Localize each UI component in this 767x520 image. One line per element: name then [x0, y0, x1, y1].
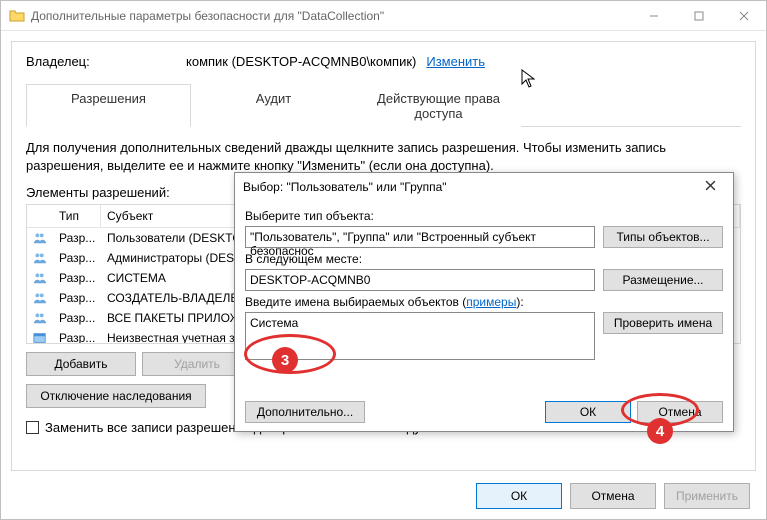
footer-buttons: ОК Отмена Применить: [476, 483, 750, 509]
minimize-button[interactable]: [631, 1, 676, 30]
dialog-close-button[interactable]: [695, 180, 725, 194]
names-label: Введите имена выбираемых объектов (приме…: [245, 295, 723, 309]
cell-type: Разр...: [53, 250, 101, 266]
cell-type: Разр...: [53, 330, 101, 344]
close-button[interactable]: [721, 1, 766, 30]
tabs: Разрешения Аудит Действующие права досту…: [26, 83, 741, 127]
dialog-title: Выбор: "Пользователь" или "Группа": [243, 180, 695, 194]
cell-type: Разр...: [53, 290, 101, 306]
dialog-cancel-button[interactable]: Отмена: [637, 401, 723, 423]
dialog-titlebar: Выбор: "Пользователь" или "Группа": [235, 173, 733, 201]
dialog-ok-button[interactable]: ОК: [545, 401, 631, 423]
window-buttons: [631, 1, 766, 30]
disable-inheritance-button[interactable]: Отключение наследования: [26, 384, 206, 408]
check-names-button[interactable]: Проверить имена: [603, 312, 723, 334]
principal-icon: [27, 330, 53, 344]
cancel-button[interactable]: Отмена: [570, 483, 656, 509]
select-user-dialog: Выбор: "Пользователь" или "Группа" Выбер…: [234, 172, 734, 432]
dialog-advanced-button[interactable]: Дополнительно...: [245, 401, 365, 423]
apply-button: Применить: [664, 483, 750, 509]
tab-permissions[interactable]: Разрешения: [26, 84, 191, 127]
owner-row: Владелец: компик (DESKTOP-ACQMNB0\компик…: [26, 54, 741, 69]
folder-icon: [9, 8, 25, 24]
location-label: В следующем месте:: [245, 252, 723, 266]
object-names-input[interactable]: Система: [245, 312, 595, 360]
principal-icon: [27, 290, 53, 306]
add-button[interactable]: Добавить: [26, 352, 136, 376]
owner-label: Владелец:: [26, 54, 186, 69]
window-title: Дополнительные параметры безопасности дл…: [31, 9, 631, 23]
tab-audit[interactable]: Аудит: [191, 84, 356, 127]
cell-type: Разр...: [53, 230, 101, 246]
change-owner-link[interactable]: Изменить: [426, 54, 485, 69]
tab-effective-access[interactable]: Действующие права доступа: [356, 84, 521, 127]
cell-type: Разр...: [53, 310, 101, 326]
principal-icon: [27, 310, 53, 326]
cell-type: Разр...: [53, 270, 101, 286]
principal-icon: [27, 250, 53, 266]
replace-checkbox[interactable]: [26, 421, 39, 434]
examples-link[interactable]: примеры: [466, 295, 516, 309]
titlebar: Дополнительные параметры безопасности дл…: [1, 1, 766, 31]
owner-value: компик (DESKTOP-ACQMNB0\компик): [186, 54, 416, 69]
location-button[interactable]: Размещение...: [603, 269, 723, 291]
object-types-button[interactable]: Типы объектов...: [603, 226, 723, 248]
principal-icon: [27, 230, 53, 246]
location-field[interactable]: DESKTOP-ACQMNB0: [245, 269, 595, 291]
object-type-label: Выберите тип объекта:: [245, 209, 723, 223]
maximize-button[interactable]: [676, 1, 721, 30]
principal-icon: [27, 270, 53, 286]
col-type[interactable]: Тип: [53, 205, 101, 227]
object-type-field[interactable]: "Пользователь", "Группа" или "Встроенный…: [245, 226, 595, 248]
ok-button[interactable]: ОК: [476, 483, 562, 509]
description-text: Для получения дополнительных сведений дв…: [26, 139, 741, 175]
